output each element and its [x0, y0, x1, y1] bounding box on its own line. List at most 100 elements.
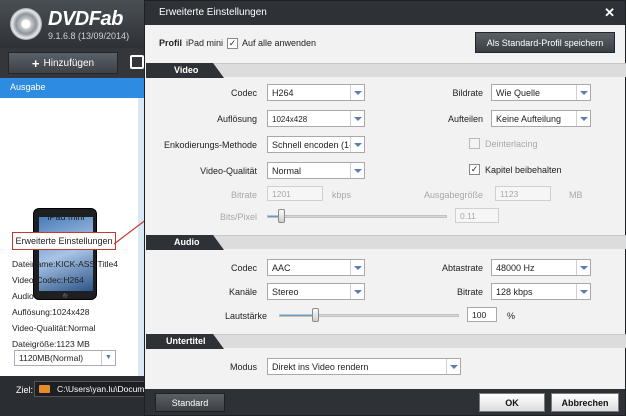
audio-bitrate-label: Bitrate [456, 287, 483, 297]
audio-bitrate-select[interactable]: 128 kbps [491, 283, 591, 300]
profile-label: Profil [159, 38, 183, 48]
app-logo-text: DVDFab [48, 8, 123, 30]
video-quality-select[interactable]: Normal [267, 162, 365, 179]
volume-unit: % [507, 311, 516, 321]
device-name: iPad mini [47, 212, 85, 222]
output-size-label: Ausgabegröße [423, 190, 483, 200]
chevron-down-icon [350, 85, 364, 100]
apply-all-checkbox[interactable]: ✓ [227, 38, 238, 49]
encoding-method-label: Enkodierungs-Methode [163, 140, 257, 150]
bitrate-field[interactable]: 1201 [267, 186, 323, 201]
audio-section-header: Audio [146, 235, 626, 250]
info-audio-codec: Audio-Codec:AAC [12, 291, 81, 301]
split-value: Keine Aufteilung [496, 114, 562, 124]
standard-button[interactable]: Standard [155, 393, 225, 412]
dialog-title: Erweiterte Einstellungen [159, 7, 267, 18]
chevron-down-icon [350, 137, 364, 152]
resolution-value: 1024x428 [272, 115, 308, 124]
bits-pixel-label: Bits/Pixel [219, 212, 257, 222]
framerate-select[interactable]: Wie Quelle [491, 84, 591, 101]
resolution-select[interactable]: 1024x428 [267, 110, 365, 127]
cancel-button[interactable]: Abbrechen [551, 393, 619, 412]
volume-slider-fill [280, 315, 316, 316]
subtitle-section-tab: Untertitel [146, 334, 224, 349]
output-profile-panel: iPad mini Erweiterte Einstellungen Datei… [0, 98, 138, 376]
chevron-down-icon [576, 284, 590, 299]
chevron-down-icon [446, 359, 460, 374]
deinterlacing-label: Deinterlacing [485, 139, 538, 149]
advanced-settings-button[interactable]: Erweiterte Einstellungen [12, 232, 116, 250]
sample-rate-value: 48000 Hz [496, 263, 535, 273]
output-size-field[interactable]: 1123 [495, 186, 551, 201]
bits-pixel-field[interactable]: 0.11 [455, 208, 499, 223]
audio-codec-value: AAC [272, 263, 291, 273]
video-codec-select[interactable]: H264 [267, 84, 365, 101]
channels-label: Kanäle [228, 287, 257, 297]
framerate-label: Bildrate [452, 88, 483, 98]
video-codec-value: H264 [272, 88, 294, 98]
ok-button[interactable]: OK [479, 393, 545, 412]
audio-bitrate-value: 128 kbps [496, 287, 533, 297]
split-select[interactable]: Keine Aufteilung [491, 110, 591, 127]
target-label: Ziel: [16, 385, 34, 395]
bits-pixel-slider[interactable] [267, 209, 447, 223]
info-video-codec: Video-Codec:H264 [12, 275, 84, 285]
add-button-label: Hinzufügen [43, 57, 95, 69]
edit-icon[interactable] [130, 55, 144, 69]
framerate-value: Wie Quelle [496, 88, 541, 98]
deinterlacing-checkbox[interactable] [469, 138, 480, 149]
channels-select[interactable]: Stereo [267, 283, 365, 300]
chevron-down-icon: ▼ [101, 351, 115, 365]
audio-codec-label: Codec [230, 263, 257, 273]
channels-value: Stereo [272, 287, 299, 297]
keep-chapters-label: Kapitel beibehalten [485, 165, 562, 175]
video-section-tab: Video [146, 63, 224, 78]
output-size-select[interactable]: 1120MB(Normal) ▼ [14, 350, 116, 366]
keep-chapters-checkbox[interactable]: ✓ [469, 164, 480, 175]
volume-slider[interactable] [279, 308, 459, 322]
subtitle-mode-value: Direkt ins Video rendern [272, 362, 369, 372]
chevron-down-icon [576, 85, 590, 100]
volume-label: Lautstärke [224, 311, 267, 321]
chevron-down-icon [350, 260, 364, 275]
audio-section-tab: Audio [146, 235, 224, 250]
encoding-method-select[interactable]: Schnell encoden (1-p [267, 136, 365, 153]
chevron-down-icon [576, 111, 590, 126]
output-header: Ausgabe [0, 78, 160, 98]
info-video-quality: Video-Qualität:Normal [12, 323, 96, 333]
add-button[interactable]: + Hinzufügen [8, 52, 118, 74]
volume-field[interactable]: 100 [467, 307, 497, 322]
close-icon[interactable]: ✕ [604, 5, 615, 21]
chevron-down-icon [350, 284, 364, 299]
encoding-method-value: Schnell encoden (1-p [272, 140, 358, 150]
save-default-profile-button[interactable]: Als Standard-Profil speichern [475, 32, 615, 53]
video-quality-value: Normal [272, 166, 302, 176]
audio-codec-select[interactable]: AAC [267, 259, 365, 276]
checkmark-icon: ✓ [228, 38, 237, 48]
resolution-label: Auflösung [216, 114, 257, 124]
split-label: Aufteilen [447, 114, 483, 124]
volume-slider-handle[interactable] [311, 308, 319, 322]
sample-rate-label: Abtastrate [441, 263, 483, 273]
output-info-list: Dateiname:KICK-ASS.Title4 Video-Codec:H2… [12, 259, 137, 355]
apply-all-label: Auf alle anwenden [242, 38, 317, 48]
sample-rate-select[interactable]: 48000 Hz [491, 259, 591, 276]
bits-pixel-slider-handle[interactable] [278, 209, 286, 223]
chevron-down-icon [576, 260, 590, 275]
subtitle-mode-label: Modus [229, 362, 257, 372]
folder-icon [39, 385, 50, 393]
output-size-value: 1120MB(Normal) [19, 353, 84, 363]
dialog-title-bar: Erweiterte Einstellungen [145, 1, 625, 25]
target-path-field[interactable]: C:\Users\yan.lu\Docum [34, 381, 146, 397]
output-size-unit: MB [569, 190, 583, 200]
bitrate-unit: kbps [332, 190, 352, 200]
video-quality-label: Video-Qualität [200, 166, 257, 176]
checkmark-icon: ✓ [470, 164, 479, 174]
subtitle-mode-select[interactable]: Direkt ins Video rendern [267, 358, 461, 375]
profile-value: iPad mini [186, 38, 224, 48]
subtitle-section-header: Untertitel [146, 334, 626, 349]
advanced-settings-dialog: Erweiterte Einstellungen ✕ Profil iPad m… [144, 0, 626, 416]
info-resolution: Auflösung:1024x428 [12, 307, 90, 317]
chevron-down-icon [350, 163, 364, 178]
bitrate-label: Bitrate [230, 190, 257, 200]
